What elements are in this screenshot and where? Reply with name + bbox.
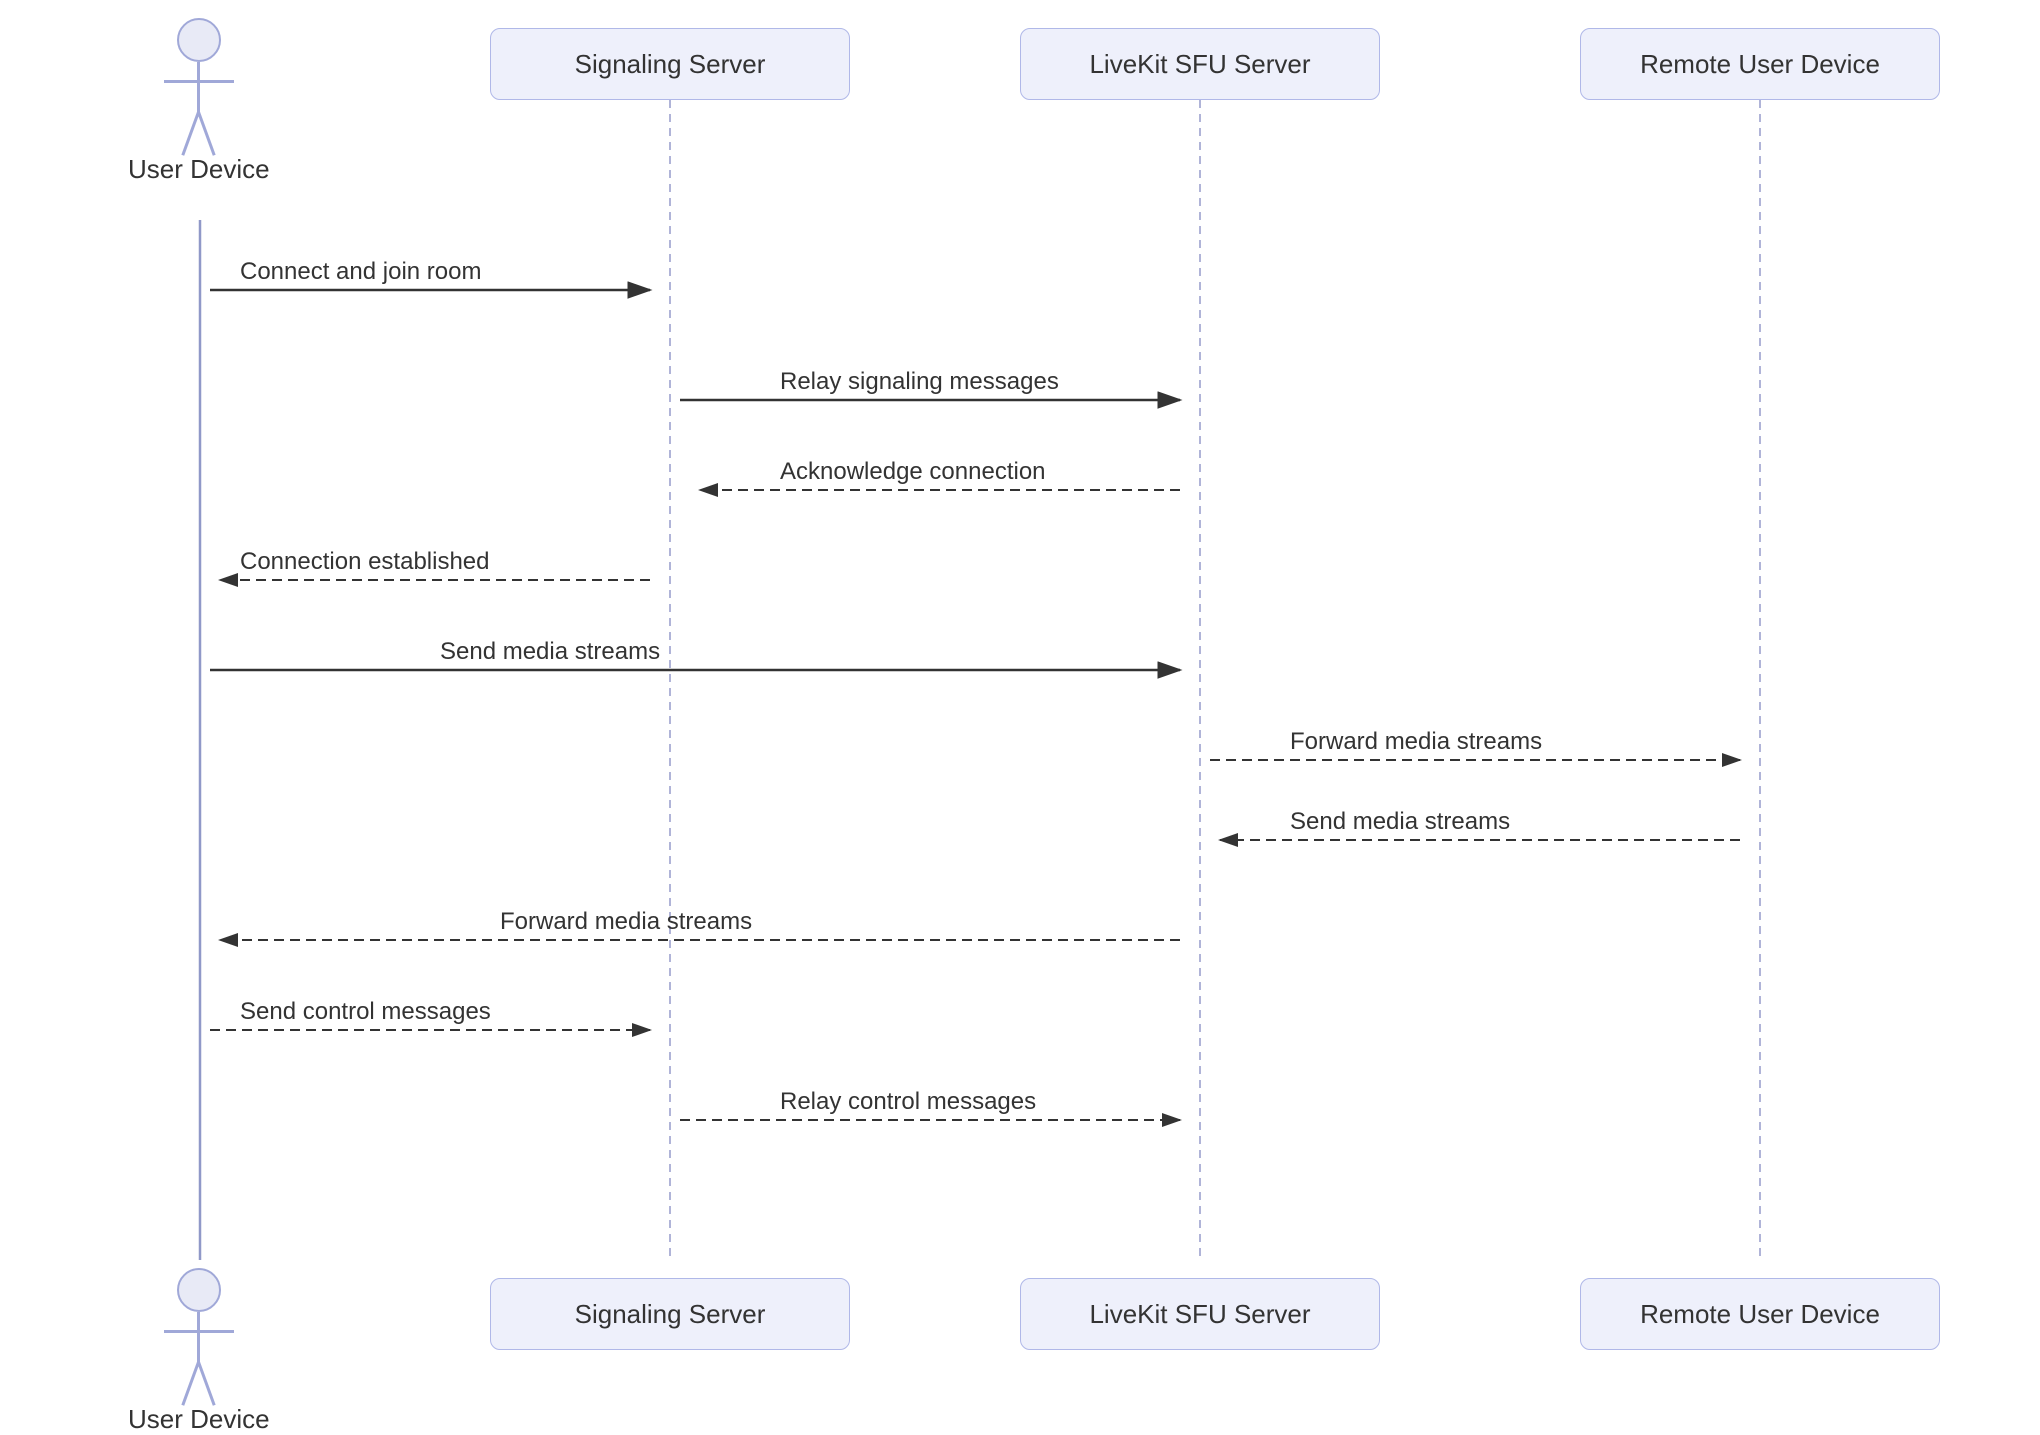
msg-send-control: Send control messages [240, 998, 491, 1026]
signaling-label-top: Signaling Server [575, 49, 766, 80]
actor-livekit-bottom: LiveKit SFU Server [1020, 1278, 1380, 1350]
actor-head-bottom [177, 1268, 221, 1312]
livekit-label-top: LiveKit SFU Server [1089, 49, 1310, 80]
signaling-label-bottom: Signaling Server [575, 1299, 766, 1330]
diagram-container: User Device Signaling Server LiveKit SFU… [0, 0, 2040, 1422]
arrows-svg [0, 0, 2040, 1422]
msg-send-media-2: Send media streams [1290, 808, 1510, 836]
remote-label-top: Remote User Device [1640, 49, 1880, 80]
msg-relay-signaling: Relay signaling messages [780, 368, 1059, 396]
actor-signaling-top: Signaling Server [490, 28, 850, 100]
actor-livekit-top: LiveKit SFU Server [1020, 28, 1380, 100]
msg-forward-media-2: Forward media streams [500, 908, 752, 936]
actor-head [177, 18, 221, 62]
livekit-label-bottom: LiveKit SFU Server [1089, 1299, 1310, 1330]
actor-user-device-top: User Device [128, 18, 270, 185]
actor-user-device-bottom: User Device [128, 1268, 270, 1435]
msg-acknowledge: Acknowledge connection [780, 458, 1046, 486]
msg-connect-join: Connect and join room [240, 258, 481, 286]
actor-remote-bottom: Remote User Device [1580, 1278, 1940, 1350]
actor-signaling-bottom: Signaling Server [490, 1278, 850, 1350]
msg-relay-control: Relay control messages [780, 1088, 1036, 1116]
actor-remote-top: Remote User Device [1580, 28, 1940, 100]
msg-connection-established: Connection established [240, 548, 490, 576]
msg-send-media-1: Send media streams [440, 638, 660, 666]
msg-forward-media-1: Forward media streams [1290, 728, 1542, 756]
remote-label-bottom: Remote User Device [1640, 1299, 1880, 1330]
